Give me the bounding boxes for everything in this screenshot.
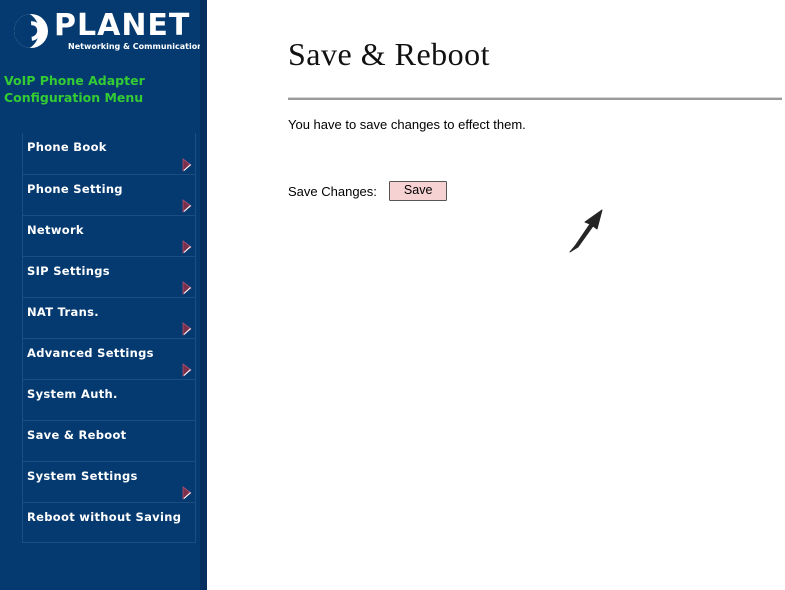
brand-logo: PLANET Networking & Communication [12,8,203,56]
sidebar-menu: Phone Book Phone Setting Network SIP Settin… [22,133,196,543]
sidebar-heading-line2: Configuration Menu [4,90,144,105]
sidebar-item-label: System Auth. [27,387,118,401]
arrow-up-right-pointer-icon [562,208,606,256]
arrow-right-icon [180,240,194,254]
sidebar-item-label: Phone Setting [27,182,123,196]
brand-tagline: Networking & Communication [68,42,203,51]
intro-text: You have to save changes to effect them. [288,117,526,132]
save-button[interactable]: Save [387,180,449,202]
sidebar-item-phone-setting[interactable]: Phone Setting [23,174,195,215]
brand-name: PLANET [54,8,191,43]
sidebar-heading-line1: VoIP Phone Adapter [4,73,145,88]
sidebar-item-advanced-settings[interactable]: Advanced Settings [23,338,195,379]
sidebar-item-network[interactable]: Network [23,215,195,256]
arrow-right-icon [180,158,194,172]
arrow-right-icon [180,322,194,336]
sidebar-item-label: Reboot without Saving [27,510,182,524]
save-changes-row: Save Changes: Save [288,180,449,202]
sidebar-item-label: System Settings [27,469,138,483]
sidebar-item-label: Network [27,223,84,237]
sidebar-item-phone-book[interactable]: Phone Book [23,133,195,174]
sidebar-item-system-auth[interactable]: System Auth. [23,379,195,420]
sidebar-item-nat-trans[interactable]: NAT Trans. [23,297,195,338]
page-title: Save & Reboot [288,36,491,72]
sidebar-item-system-settings[interactable]: System Settings [23,461,195,502]
sidebar-heading: VoIP Phone Adapter Configuration Menu [4,72,204,106]
sidebar-item-label: NAT Trans. [27,305,99,319]
sidebar-item-label: Advanced Settings [27,346,154,360]
arrow-right-icon [180,363,194,377]
browser-page: PLANET Networking & Communication VoIP P… [0,0,785,590]
arrow-right-icon [180,199,194,213]
sidebar: PLANET Networking & Communication VoIP P… [0,0,207,590]
sidebar-item-label: Save & Reboot [27,428,127,442]
sidebar-item-label: SIP Settings [27,264,110,278]
header-divider [288,97,782,100]
sidebar-item-reboot-without-saving[interactable]: Reboot without Saving [23,502,195,543]
sidebar-item-save-reboot[interactable]: Save & Reboot [23,420,195,461]
arrow-right-icon [180,281,194,295]
sidebar-item-label: Phone Book [27,140,107,154]
save-changes-label: Save Changes: [288,183,377,199]
arrow-right-icon [180,486,194,500]
sidebar-item-sip-settings[interactable]: SIP Settings [23,256,195,297]
globe-swoosh-icon [14,14,48,48]
main-content: Save & Reboot You have to save changes t… [207,0,785,590]
